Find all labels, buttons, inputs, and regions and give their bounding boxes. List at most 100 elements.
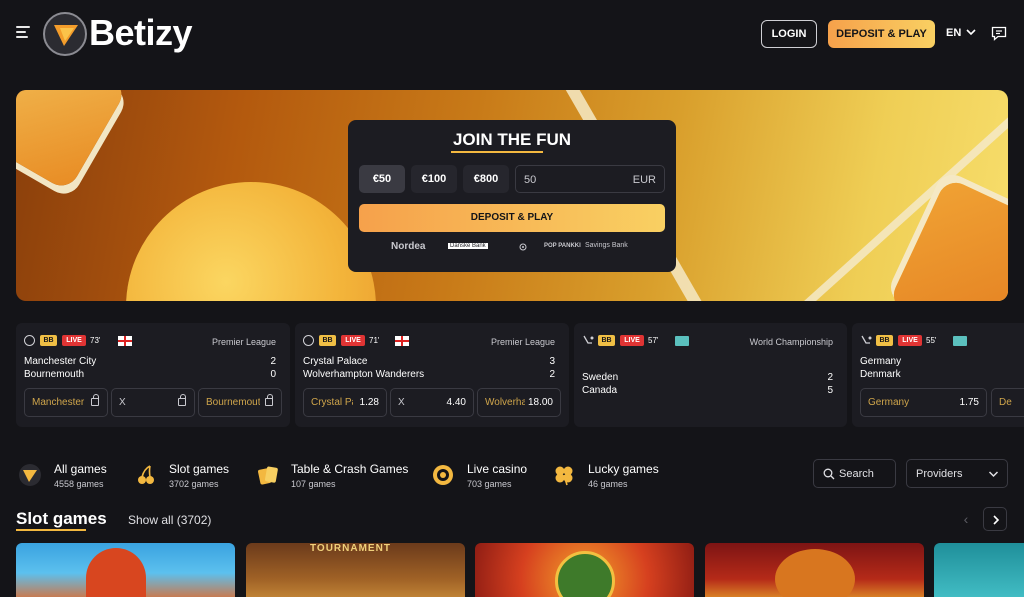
odd-label: Wolverhampton [485,397,525,408]
login-button[interactable]: LOGIN [761,20,817,48]
category-count: 107 games [291,479,336,489]
bank-logo-icon [519,243,527,251]
odd-button-away[interactable]: De [991,388,1024,417]
title-underline [16,529,86,531]
match-card[interactable]: BB LIVE 57' World Championship Sweden 2 … [574,323,847,427]
game-thumbnail[interactable]: TOURNAMENT [246,543,465,597]
category-live-casino[interactable]: Live casino 703 games [431,460,541,494]
language-selector[interactable]: EN [946,27,961,39]
odd-button-away[interactable]: Bournemouth [198,388,282,417]
next-button[interactable] [983,507,1007,531]
football-icon [24,335,35,346]
deposit-play-button[interactable]: DEPOSIT & PLAY [828,20,935,48]
game-thumbnail[interactable] [475,543,694,597]
team-away: Wolverhampton Wanderers [303,369,425,380]
team-home: Manchester City [24,356,97,367]
match-minute: 55' [926,336,937,345]
join-title: JOIN THE FUN [452,130,572,149]
join-deposit-button[interactable]: DEPOSIT & PLAY [359,204,665,232]
category-count: 703 games [467,479,512,489]
game-thumbnail[interactable] [934,543,1024,597]
providers-dropdown[interactable]: Providers [906,459,1008,488]
odd-value: 18.00 [527,397,553,408]
odd-button-draw[interactable]: X 4.40 [390,388,474,417]
brand-name[interactable]: Betizy [89,12,193,54]
odd-button-home[interactable]: Germany 1.75 [860,388,987,417]
team-home: Crystal Palace [303,356,368,367]
clover-icon [555,466,573,486]
chevron-down-icon[interactable] [965,26,977,38]
odd-value: 4.40 [446,397,466,408]
amount-input-value: 50 [524,174,537,186]
match-card[interactable]: BB LIVE 55' Germany Denmark Germany 1.75 … [852,323,1024,427]
match-minute: 57' [648,336,659,345]
menu-icon[interactable] [16,26,30,40]
amount-option-800[interactable]: €800 [463,165,509,193]
team-home: Sweden [582,372,619,383]
bank-logo-pop: POP PANKKI [544,243,581,249]
odd-button-home[interactable]: Manchester City [24,388,108,417]
play-icon [19,464,41,486]
odd-label: Manchester City [32,397,86,408]
category-count: 46 games [588,479,628,489]
category-title: Table & Crash Games [291,462,409,476]
chevron-down-icon [988,471,999,478]
search-button[interactable]: Search [813,459,896,488]
amount-option-50[interactable]: €50 [359,165,405,193]
tournament-label: TOURNAMENT [310,543,391,554]
category-slot-games[interactable]: Slot games 3702 games [134,460,244,494]
live-badge: LIVE [620,335,644,346]
odd-value: 1.75 [959,397,979,408]
match-card[interactable]: BB LIVE 71' Premier League Crystal Palac… [295,323,569,427]
decor-shape [16,90,128,192]
show-all-link[interactable]: Show all (3702) [128,513,211,527]
amount-option-100[interactable]: €100 [411,165,457,193]
bb-badge: BB [319,335,336,346]
match-minute: 71' [369,336,380,345]
chevron-right-icon [993,515,1000,525]
decor-shape [887,176,1008,301]
live-badge: LIVE [62,335,86,346]
bb-badge: BB [598,335,615,346]
category-title: Lucky games [588,462,659,476]
odd-label: Bournemouth [206,397,260,408]
team-away: Denmark [860,369,901,380]
game-thumbnail[interactable] [16,543,235,597]
league-name: Premier League [490,337,555,347]
league-name: World Championship [749,337,833,347]
bank-logo-nordea: Nordea [391,241,426,252]
score-away: 2 [549,369,555,380]
international-flag-icon [675,336,689,346]
category-lucky-games[interactable]: Lucky games 46 games [552,460,672,494]
international-flag-icon [953,336,967,346]
live-badge: LIVE [341,335,365,346]
section-title: Slot games [16,509,107,528]
amount-input[interactable]: 50 EUR [515,165,665,193]
score-away: 5 [827,385,833,396]
category-table-crash[interactable]: Table & Crash Games 107 games [256,460,416,494]
odd-button-away[interactable]: Wolverhampton18.00 [477,388,561,417]
chevron-left-icon[interactable]: ‹ [955,507,977,531]
search-icon [823,468,835,480]
odd-button-draw[interactable]: X [111,388,195,417]
category-all-games[interactable]: All games 4558 games [18,460,118,494]
category-title: Live casino [467,462,528,476]
odd-value: 1.28 [359,397,379,408]
bank-logo-danske: Danske Bank [448,243,488,249]
odd-label: X [398,397,405,408]
join-card: JOIN THE FUN €50 €100 €800 50 EUR DEPOSI… [348,120,676,272]
lock-icon [91,394,99,406]
chat-icon[interactable] [991,26,1007,41]
team-away: Canada [582,385,618,396]
logo-icon[interactable] [43,12,87,56]
odd-button-home[interactable]: Crystal Palace 1.28 [303,388,387,417]
game-thumbnail[interactable] [705,543,924,597]
currency-label: EUR [632,174,656,186]
football-icon [303,335,314,346]
match-card[interactable]: BB LIVE 73' Premier League Manchester Ci… [16,323,290,427]
score-home: 2 [270,356,276,367]
odd-label: Germany [868,397,910,408]
live-badge: LIVE [898,335,922,346]
hockey-icon [583,335,594,344]
score-home: 2 [827,372,833,383]
